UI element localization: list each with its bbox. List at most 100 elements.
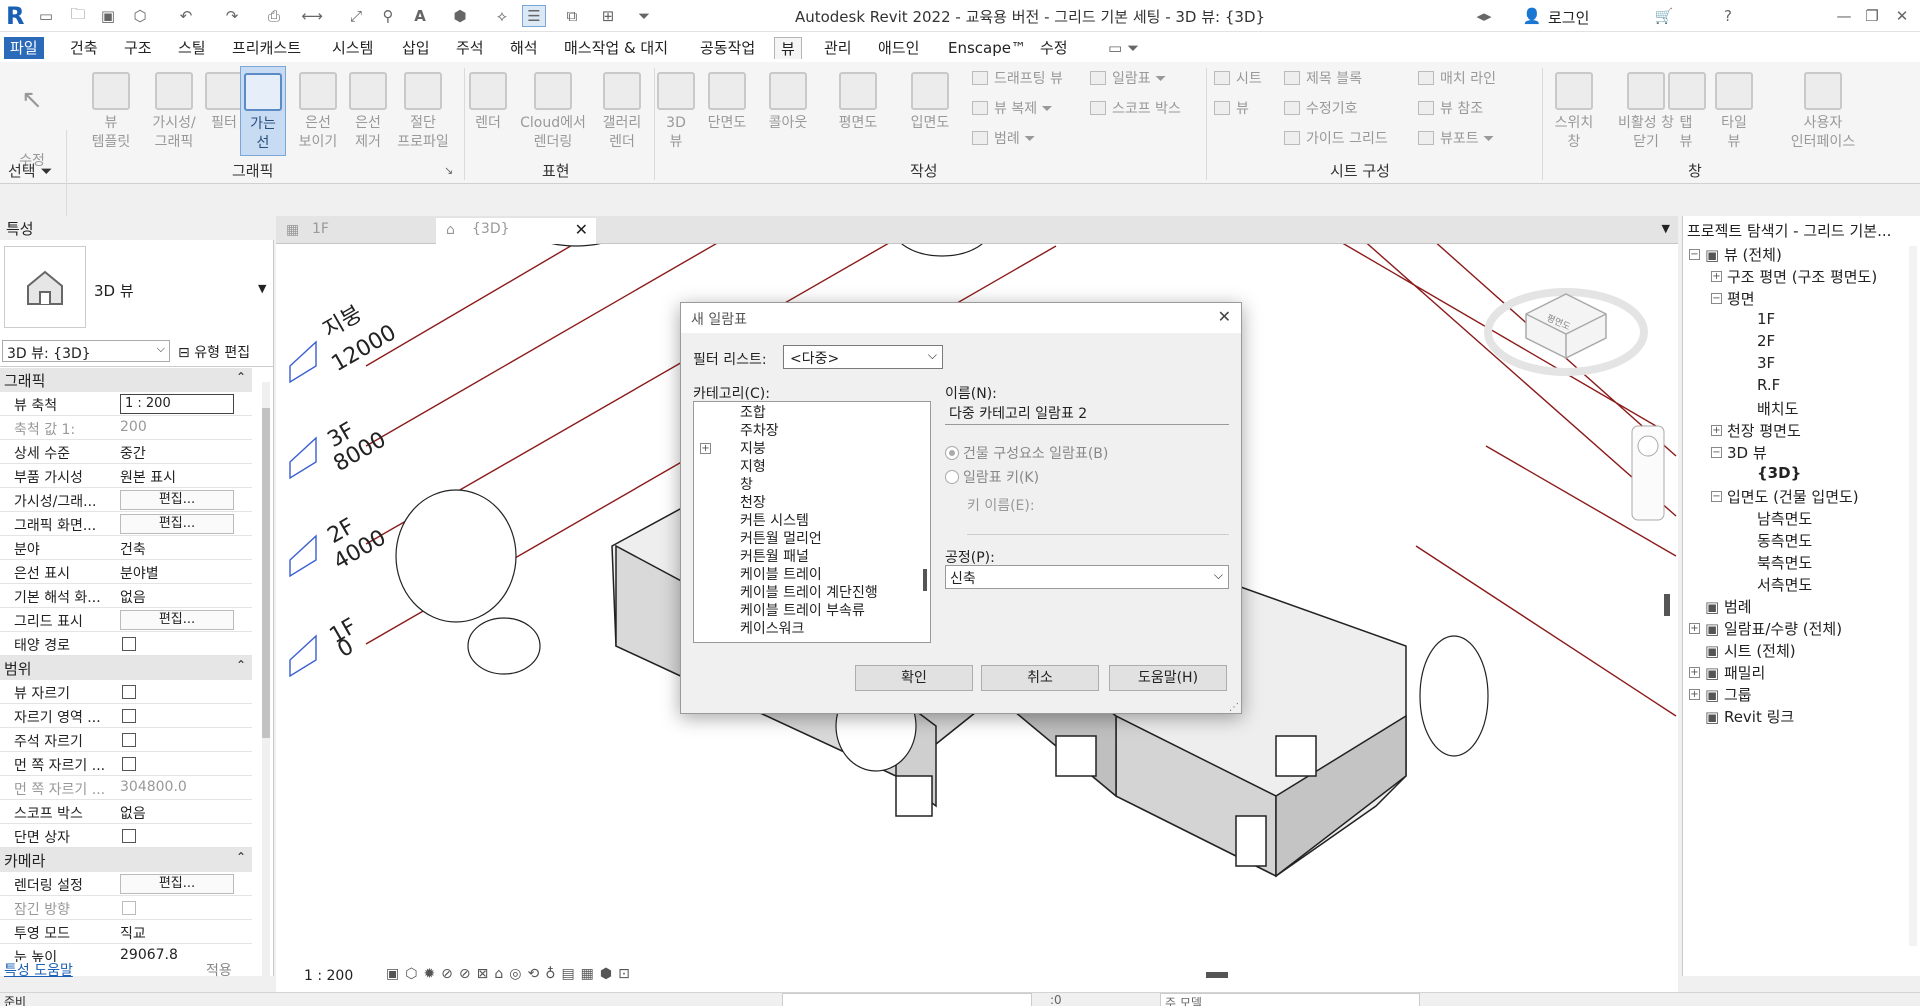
properties-help-link[interactable]: 특성 도움말	[4, 960, 73, 980]
login-button[interactable]: 로그인	[1548, 7, 1589, 28]
viewports-button[interactable]: 뷰포트 ⏷	[1418, 128, 1494, 150]
place-view-button[interactable]: 뷰	[1214, 98, 1249, 120]
instance-filter-select[interactable]: 3D 뷰: {3D} ⌵	[2, 340, 170, 362]
browser-item[interactable]: ▣ 패밀리	[1705, 662, 1765, 683]
properties-scrollbar[interactable]	[262, 382, 270, 978]
property-edit-button[interactable]: 편집...	[120, 610, 234, 630]
browser-item[interactable]: 북측면도	[1757, 552, 1812, 573]
radio-building-components[interactable]: 건물 구성요소 일람표(B)	[945, 443, 1108, 463]
category-list[interactable]: 조합 주차장 지붕 + 지형 창 천장 커튼 시스템 커튼월 멀리언 커튼월 패널 케이블 트레이 케…	[693, 401, 931, 643]
property-value[interactable]: 분야별	[120, 563, 240, 583]
schedule-name-input[interactable]: 다중 카테고리 일람표 2	[945, 401, 1229, 425]
radio-schedule-keys[interactable]: 일람표 키(K)	[945, 467, 1039, 487]
close-tab-icon[interactable]: ✕	[575, 220, 588, 239]
folder-icon[interactable]: 🗀	[66, 5, 90, 27]
group-header-camera[interactable]: 카메라 ⌃	[0, 848, 252, 872]
collapse-icon[interactable]: −	[1711, 293, 1722, 304]
property-edit-button[interactable]: 편집...	[120, 490, 234, 510]
section-icon[interactable]: ⟡	[490, 5, 514, 27]
category-item[interactable]: 지붕	[740, 440, 766, 458]
browser-item[interactable]: 3D 뷰	[1727, 442, 1767, 463]
property-value[interactable]: 직교	[120, 923, 240, 943]
tab-massing-site[interactable]: 매스작업 & 대지	[558, 37, 674, 59]
browser-item[interactable]: 서측면도	[1757, 574, 1812, 595]
remove-hidden-lines-button[interactable]: 은선 제거	[342, 72, 394, 152]
apply-button[interactable]: 적용	[206, 960, 232, 980]
category-item[interactable]: 천장	[740, 494, 766, 512]
elevation-button[interactable]: 입면도	[902, 72, 958, 133]
browser-item[interactable]: ▣ 범례	[1705, 596, 1752, 617]
category-item[interactable]: 커튼월 패널	[740, 548, 809, 566]
expand-icon[interactable]: +	[700, 443, 711, 454]
category-item[interactable]: 주차장	[740, 422, 779, 440]
cancel-button[interactable]: 취소	[981, 665, 1099, 691]
browser-item[interactable]: 입면도 (건물 입면도)	[1727, 486, 1859, 507]
tab-enscape[interactable]: Enscape™	[942, 37, 1032, 59]
browser-item[interactable]: ▣ 일람표/수량 (전체)	[1705, 618, 1842, 639]
legend-button[interactable]: 범례 ⏷	[972, 128, 1035, 150]
user-icon[interactable]: 👤	[1520, 5, 1544, 27]
expand-icon[interactable]: +	[1689, 623, 1700, 634]
tile-views-button[interactable]: 타일 뷰	[1714, 72, 1754, 152]
open-icon[interactable]: ▭	[34, 5, 58, 27]
workset-select[interactable]	[782, 993, 1032, 1006]
user-interface-button[interactable]: 사용자 인터페이스	[1778, 72, 1868, 152]
category-scrollbar[interactable]	[921, 403, 929, 641]
plan-views-button[interactable]: 평면도	[830, 72, 886, 133]
property-checkbox[interactable]	[122, 757, 136, 771]
browser-item[interactable]: {3D}	[1757, 464, 1801, 482]
filter-list-select[interactable]: <다중> ⌵	[783, 345, 943, 369]
browser-item[interactable]: 1F	[1757, 310, 1775, 328]
tab-architecture[interactable]: 건축	[64, 37, 104, 59]
default-3d-icon[interactable]: ⬢	[448, 5, 472, 27]
drafting-view-button[interactable]: 드래프팅 뷰	[972, 68, 1063, 90]
measure-icon[interactable]: ⟷	[300, 5, 324, 27]
revit-logo-icon[interactable]: R	[6, 2, 28, 30]
panel-toggle-icon[interactable]: ▭ ⏷	[1102, 37, 1145, 59]
property-input[interactable]: 1 : 200	[120, 394, 234, 414]
category-item[interactable]: 케이블 트레이	[740, 566, 822, 584]
cut-profile-button[interactable]: 절단 프로파일	[390, 72, 456, 152]
category-item[interactable]: 케이블 트레이 부속류	[740, 602, 865, 620]
category-item[interactable]: 커튼월 멀리언	[740, 530, 822, 548]
schedules-button[interactable]: 일람표 ⏷	[1090, 68, 1166, 90]
property-checkbox[interactable]	[122, 685, 136, 699]
text-icon[interactable]: A	[408, 5, 432, 27]
tab-steel[interactable]: 스틸	[172, 37, 212, 59]
browser-item[interactable]: R.F	[1757, 376, 1780, 394]
collapse-icon[interactable]: −	[1711, 491, 1722, 502]
switch-windows-button[interactable]: 스위치 창	[1546, 72, 1602, 152]
panel-label-select[interactable]: 선택 ⏷	[8, 160, 52, 181]
browser-item[interactable]: 배치도	[1757, 398, 1798, 419]
browser-item[interactable]: 남측면도	[1757, 508, 1812, 529]
matchline-button[interactable]: 매치 라인	[1418, 68, 1496, 90]
edit-type-button[interactable]: ⊟ 유형 편집	[174, 340, 270, 362]
phase-select[interactable]: 신축 ⌵	[945, 565, 1229, 589]
collapse-icon[interactable]: −	[1711, 447, 1722, 458]
graphics-dialog-launcher-icon[interactable]: ↘	[444, 164, 453, 177]
category-item[interactable]: 조합	[740, 404, 766, 422]
expand-icon[interactable]: +	[1711, 271, 1722, 282]
thin-lines-button[interactable]: 가는 선	[240, 66, 286, 156]
show-hidden-lines-button[interactable]: 은선 보이기	[292, 72, 344, 152]
cloud-render-button[interactable]: Cloud에서 렌더링	[512, 72, 594, 152]
resize-grip-icon[interactable]: ⋰	[1229, 702, 1239, 713]
property-checkbox[interactable]	[122, 829, 136, 843]
browser-item[interactable]: 평면	[1727, 288, 1755, 309]
render-gallery-button[interactable]: 갤러리 렌더	[594, 72, 650, 152]
tab-file[interactable]: 파일	[4, 37, 44, 59]
browser-item[interactable]: 동측면도	[1757, 530, 1812, 551]
save-icon[interactable]: ▣	[96, 5, 120, 27]
property-checkbox[interactable]	[122, 637, 136, 651]
help-icon[interactable]: ?	[1716, 5, 1740, 27]
section-button[interactable]: 단면도	[700, 72, 754, 133]
view-control-icons[interactable]: ▣⬡✹⊘⊘⊠⌂◎⟲♁▤▦⬢⊡	[386, 966, 636, 982]
property-value[interactable]: 없음	[120, 803, 240, 823]
browser-item[interactable]: 2F	[1757, 332, 1775, 350]
property-value[interactable]: 원본 표시	[120, 467, 240, 487]
tab-analyze[interactable]: 해석	[504, 37, 544, 59]
property-value[interactable]: 중간	[120, 443, 240, 463]
tab-modify[interactable]: 수정	[1034, 37, 1074, 59]
scope-box-button[interactable]: 스코프 박스	[1090, 98, 1181, 120]
property-value[interactable]: 없음	[120, 587, 240, 607]
